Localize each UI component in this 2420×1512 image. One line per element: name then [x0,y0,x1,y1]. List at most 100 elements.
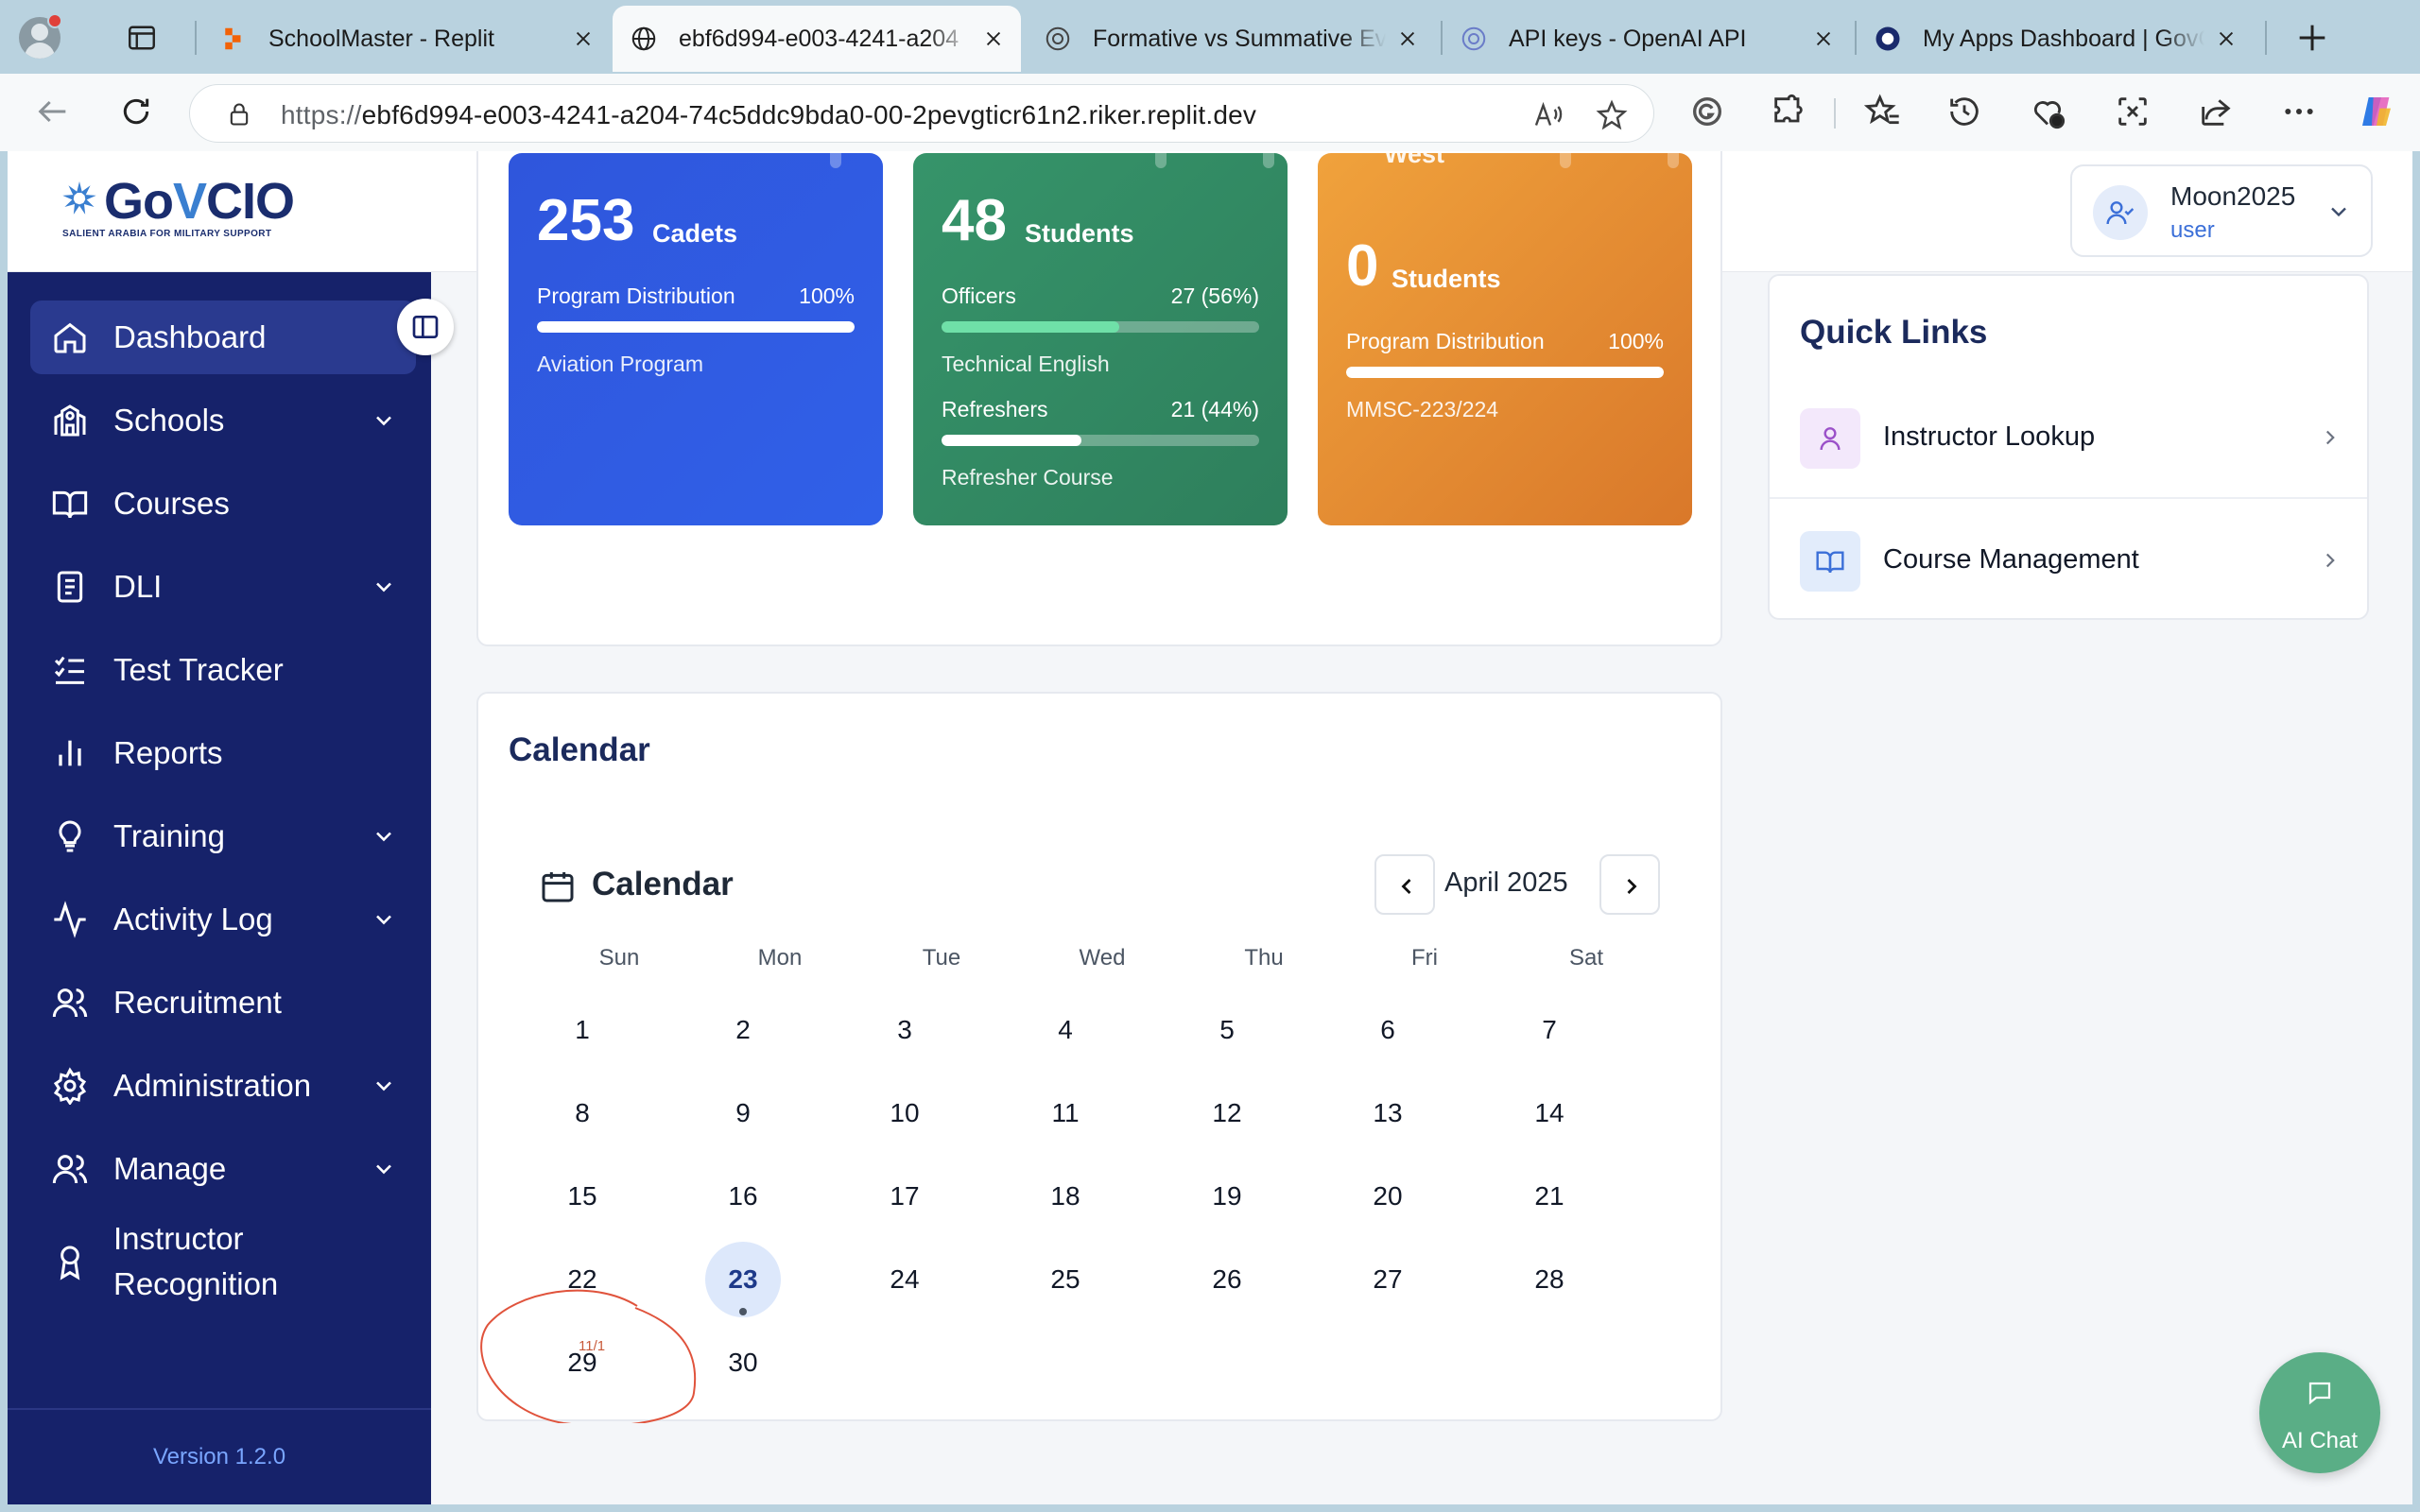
stat-unit: Students [1025,219,1134,248]
user-name: Moon2025 [2170,181,2296,211]
quick-link-label: Instructor Lookup [1883,421,2096,452]
progress-fill [942,435,1081,446]
sidebar-item-label: Administration [113,1068,312,1103]
refresh-icon[interactable] [117,93,155,130]
stat-card-aviation[interactable]: 253 Cadets Program Distribution 100% Avia… [509,153,883,525]
address-bar[interactable]: https://ebf6d994-e003-4241-a204-74c5ddc9… [189,84,1654,143]
panel-left-icon [412,316,439,338]
sidebar-collapse-button[interactable] [397,299,454,355]
users-icon [52,988,88,1018]
sidebar-item-activity-log[interactable]: Activity Log [30,883,416,956]
tab-title: ebf6d994-e003-4241-a204 [679,25,959,52]
sidebar-item-reports[interactable]: Reports [30,716,416,790]
sidebar-item-instructor-recognition[interactable]: Instructor Recognition [30,1210,416,1314]
back-icon[interactable] [34,93,72,130]
grammarly-icon[interactable] [1688,93,1726,130]
app-root: GoVCIO SALIENT ARABIA FOR MILITARY SUPPO… [8,151,2412,1504]
sidebar-item-label: Recruitment [113,985,282,1020]
url-text: https://ebf6d994-e003-4241-a204-74c5ddc9… [281,100,1257,129]
sidebar: Dashboard Schools Courses DLI Test Track… [8,272,431,1504]
close-icon[interactable] [1813,28,1834,49]
sidebar-item-dli[interactable]: DLI [30,550,416,624]
close-icon[interactable] [573,28,594,49]
copilot-icon[interactable] [2358,93,2395,130]
sidebar-item-dashboard[interactable]: Dashboard [30,301,416,374]
browser-toolbar: https://ebf6d994-e003-4241-a204-74c5ddc9… [0,74,2420,151]
lock-icon[interactable] [226,100,252,129]
chevron-down-icon [376,1164,391,1175]
progress-bar [537,321,855,333]
stat-row: Program Distribution 100% [1346,329,1664,353]
progress-fill [537,321,855,333]
activity-icon [54,901,86,938]
close-icon[interactable] [2216,28,2237,49]
sidebar-item-administration[interactable]: Administration [30,1049,416,1123]
stat-row-refreshers: Refreshers 21 (44%) [942,397,1259,421]
sidebar-item-label: Instructor Recognition [113,1221,279,1301]
close-icon[interactable] [983,28,1004,49]
clipboard-icon [57,571,83,603]
stat-card-mmsc[interactable]: West 0 Students Program Distribution 100%… [1318,153,1692,525]
program-stats-panel: 253 Cadets Program Distribution 100% Avia… [476,151,1722,646]
sidebar-item-label: Courses [113,486,230,521]
close-icon[interactable] [1397,28,1418,49]
user-role: user [2170,217,2215,243]
program-name: Aviation Program [537,352,703,376]
message-square-icon [2308,1382,2331,1405]
favorite-star-icon[interactable] [1595,98,1629,132]
share-icon[interactable] [2197,93,2235,130]
stat-card-technical-english[interactable]: 48 Students Officers 27 (56%) Technical E… [913,153,1288,525]
school-icon [54,404,86,437]
browser-tab-schoolmaster[interactable]: SchoolMaster - Replit [202,6,611,72]
version-label: Version 1.2.0 [152,1444,286,1469]
quick-link-label: Course Management [1883,544,2139,575]
progress-fill [942,321,1120,333]
section-title: Quick Links [1800,314,1988,351]
annotation-circle [480,1289,697,1423]
replit-icon [225,27,241,50]
sidebar-item-manage[interactable]: Manage [30,1132,416,1206]
chevron-down-icon [376,915,391,925]
tab-actions-icon[interactable] [125,21,159,55]
ai-chat-button[interactable]: AI Chat [2259,1352,2380,1473]
read-aloud-icon[interactable] [1530,98,1564,132]
calendar-panel: Calendar Calendar April 2025 Sun Mon Tue… [476,692,1722,1423]
more-icon[interactable] [2280,93,2318,130]
quick-link-course-management[interactable]: Course Management [1770,501,2367,622]
quick-links-panel: Quick Links Instructor Lookup Course Man… [1768,274,2369,620]
ai-chat-label: AI Chat [2281,1428,2359,1453]
openai-icon [1046,26,1070,51]
progress-bar [942,321,1259,333]
favorites-icon[interactable] [1864,93,1902,130]
sidebar-item-schools[interactable]: Schools [30,384,416,457]
progress-fill [1346,367,1664,378]
quick-link-instructor-lookup[interactable]: Instructor Lookup [1770,378,2367,499]
quick-link-icon-box [1800,408,1860,469]
quick-link-icon-box [1800,531,1860,592]
browser-tab-active[interactable]: ebf6d994-e003-4241-a204 [613,6,1021,72]
sidebar-item-test-tracker[interactable]: Test Tracker [30,633,416,707]
card-decoration [1560,153,1571,168]
new-tab-icon[interactable] [2293,19,2331,57]
user-icon [1820,427,1841,451]
sidebar-item-recruitment[interactable]: Recruitment [30,966,416,1040]
browser-tab-formative[interactable]: Formative vs Summative Eva [1027,6,1435,72]
sidebar-item-courses[interactable]: Courses [30,467,416,541]
extensions-icon[interactable] [1770,93,1807,130]
chevron-down-icon [376,582,391,593]
sidebar-item-label: Test Tracker [113,652,284,687]
sidebar-item-training[interactable]: Training [30,799,416,873]
sidebar-item-label: Activity Log [113,902,273,936]
home-icon [54,322,86,353]
chevron-right-icon [2325,553,2335,568]
browser-tab-api-keys[interactable]: API keys - OpenAI API [1443,6,1851,72]
history-icon[interactable] [1945,93,1983,130]
user-menu[interactable]: Moon2025 user [2070,164,2373,257]
tab-title: SchoolMaster - Replit [268,25,494,52]
browser-tab-my-apps[interactable]: My Apps Dashboard | GovCI [1857,6,2254,72]
health-icon[interactable] [2029,93,2066,130]
stat-row-officers: Officers 27 (56%) [942,284,1259,308]
program-name: Refresher Course [942,465,1114,490]
screenshot-icon[interactable] [2114,93,2152,130]
progress-bar [1346,367,1664,378]
